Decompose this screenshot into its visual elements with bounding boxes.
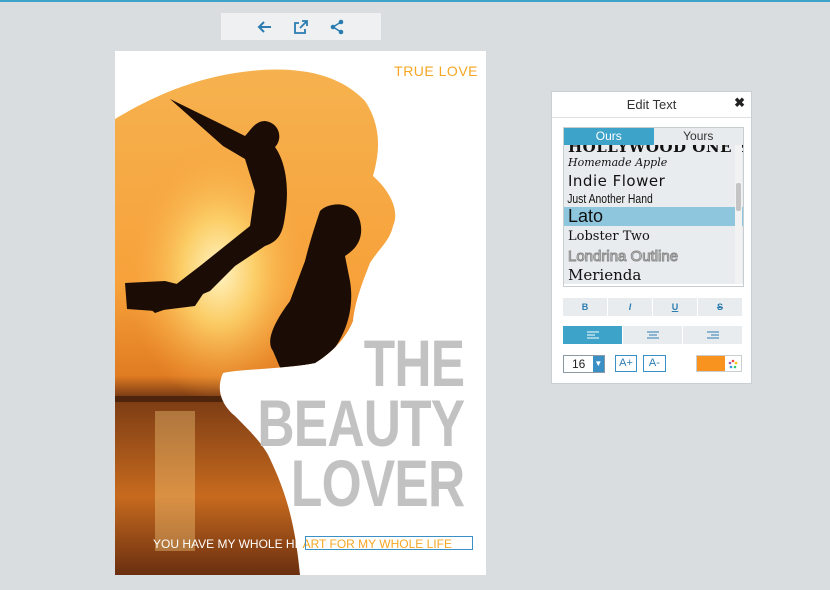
share-button[interactable] [327,17,347,37]
panel-title: Edit Text [626,97,677,112]
bold-button[interactable]: B [563,298,607,316]
strikethrough-button[interactable]: S [698,298,742,316]
back-button[interactable] [255,17,275,37]
font-item[interactable]: Londrina Outline [564,247,743,266]
cover-title-line: LOVER [290,446,465,520]
chevron-down-icon: ▼ [592,355,604,372]
font-item[interactable]: Indie Flower [564,171,743,191]
font-item-selected[interactable]: Lato [564,207,743,226]
font-size-value: 16 [572,356,586,371]
cover-title-line: BEAUTY [257,386,465,460]
text-style-buttons: B I U S [563,298,742,316]
font-item[interactable]: Homemade Apple [564,154,743,171]
font-item[interactable]: Just Another Hand [564,191,707,207]
font-size-select[interactable]: 16 ▼ [563,354,605,373]
underline-button[interactable]: U [653,298,697,316]
align-left-icon [586,331,599,339]
cover-title[interactable]: THE BEAUTY LOVER [257,326,465,520]
font-list-scrollbar[interactable] [735,145,742,284]
panel-header: Edit Text ✖ [552,92,751,118]
external-link-icon [294,19,308,34]
color-wheel-icon [725,356,741,371]
align-right-icon [706,331,719,339]
increase-size-button[interactable]: A+ [614,355,638,372]
decrease-size-button[interactable]: A- [643,355,666,372]
close-icon[interactable]: ✖ [734,95,745,111]
tagline-part1: YOU HAVE MY WHOLE HE [153,537,303,551]
open-external-button[interactable] [291,17,311,37]
book-cover-canvas[interactable]: TRUE LOVE THE BEAUTY LOVER YOU HAVE MY W… [115,51,486,575]
color-swatch-fill [696,356,725,371]
text-selection-box[interactable] [305,536,473,550]
arrow-left-icon [257,20,271,33]
align-right-button[interactable] [683,326,742,344]
editor-toolbar [221,13,381,40]
alignment-buttons [563,326,742,344]
text-color-picker[interactable] [695,355,742,372]
cover-title-line: THE [363,326,464,400]
share-icon [330,19,344,34]
align-center-icon [646,331,659,339]
font-list[interactable]: HOLLYWOOD ONE SC Homemade Apple Indie Fl… [564,145,743,284]
top-accent-line [0,0,830,2]
cover-tag-text[interactable]: TRUE LOVE [394,63,478,79]
scrollbar-thumb[interactable] [736,183,741,211]
font-item[interactable]: Lobster Two [564,226,743,247]
edit-text-panel: Edit Text ✖ Ours Yours HOLLYWOOD ONE SC … [551,91,752,384]
align-left-button[interactable] [563,326,622,344]
align-center-button[interactable] [623,326,682,344]
size-color-row: 16 ▼ A+ A- [563,354,742,373]
tab-ours[interactable]: Ours [564,128,654,145]
font-item[interactable]: HOLLYWOOD ONE SC [564,145,743,155]
font-picker: Ours Yours HOLLYWOOD ONE SC Homemade App… [563,127,744,287]
tab-yours[interactable]: Yours [653,128,743,145]
italic-button[interactable]: I [608,298,652,316]
font-tabs: Ours Yours [564,128,743,145]
font-item[interactable]: Merienda [564,266,743,284]
